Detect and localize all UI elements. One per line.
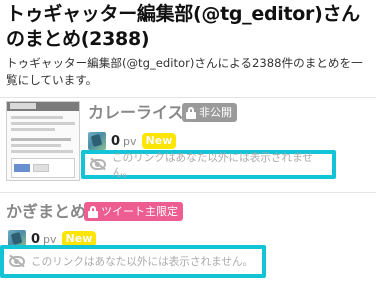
badge-label: ツイート主限定 <box>101 205 178 218</box>
lock-icon <box>186 106 196 119</box>
private-link-notice: このリンクはあなた以外には表示されません。 <box>81 150 336 179</box>
summary-stats: 0 pv New <box>88 132 177 150</box>
avatar[interactable] <box>88 132 106 150</box>
private-badge: 非公開 <box>182 103 237 122</box>
badge-label: 非公開 <box>199 106 232 119</box>
eye-off-icon <box>9 254 25 268</box>
lock-icon <box>88 205 98 218</box>
pv-unit: pv <box>43 232 57 246</box>
pv-count: 0 <box>111 133 121 149</box>
page: トゥギャッター編集部(@tg_editor)さんのまとめ(2388) トゥギャッ… <box>0 0 376 288</box>
private-link-notice: このリンクはあなた以外には表示されません。 <box>0 245 266 278</box>
tweet-owner-only-badge: ツイート主限定 <box>84 202 183 221</box>
private-notice-text: このリンクはあなた以外には表示されません。 <box>112 151 313 179</box>
page-title: トゥギャッター編集部(@tg_editor)さんのまとめ(2388) <box>6 3 360 50</box>
summary-title-link[interactable]: かぎまとめ <box>6 201 86 223</box>
summary-title-link[interactable]: カレーライス <box>88 102 184 124</box>
page-description: トゥギャッター編集部(@tg_editor)さんによる2388件のまとめを一覧に… <box>6 56 363 87</box>
private-notice-text: このリンクはあなた以外には表示されません。 <box>31 256 254 268</box>
divider <box>0 97 376 98</box>
new-badge: New <box>141 133 177 149</box>
pv-unit: pv <box>123 134 137 148</box>
eye-off-icon <box>90 157 106 171</box>
summary-thumbnail[interactable] <box>6 101 80 181</box>
divider <box>0 192 376 193</box>
